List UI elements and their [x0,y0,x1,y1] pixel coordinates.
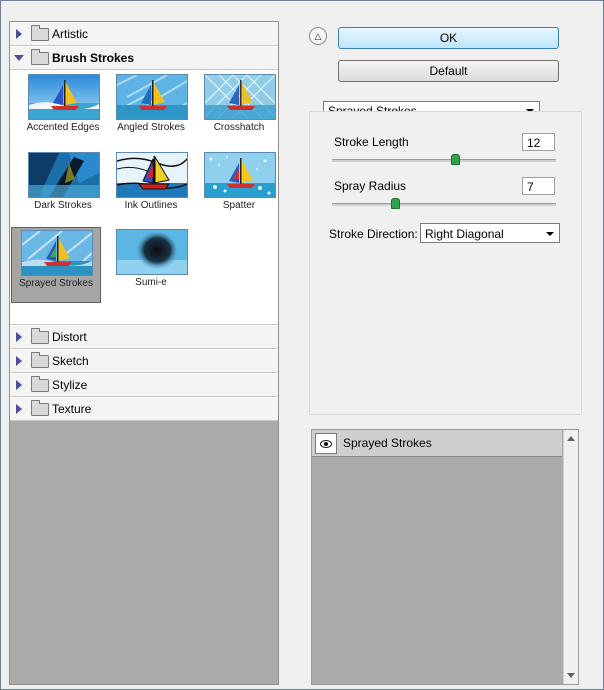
thumbnail-image [204,152,276,198]
thumbnail-image [116,229,188,275]
category-sketch[interactable]: Sketch [10,349,278,373]
thumb-accented-edges[interactable]: Accented Edges [19,72,107,146]
thumb-sprayed-strokes[interactable]: Sprayed Strokes [11,227,101,303]
effect-layer-name: Sprayed Strokes [343,436,432,450]
thumbnail-label: Angled Strokes [117,122,185,133]
category-label: Texture [52,402,92,416]
category-distort[interactable]: Distort [10,325,278,349]
category-label: Brush Strokes [52,51,135,65]
folder-icon [31,328,49,344]
thumbnail-label: Ink Outlines [124,200,178,211]
category-stylize[interactable]: Stylize [10,373,278,397]
category-brush-strokes[interactable]: Brush Strokes [10,46,278,70]
filter-browser: Artistic Brush Strokes Accented Edges An… [9,21,279,685]
category-artistic[interactable]: Artistic [10,22,278,46]
thumbnail-label: Dark Strokes [34,200,92,211]
expand-triangle-icon[interactable] [16,332,22,342]
stroke-direction-label: Stroke Direction: [329,227,418,241]
effect-layers-panel: Sprayed Strokes [311,429,579,685]
scroll-down-icon[interactable] [567,673,575,678]
thumb-angled-strokes[interactable]: Angled Strokes [107,72,195,146]
folder-icon [31,400,49,416]
thumbnail-image [28,74,100,120]
thumbnail-label: Accented Edges [26,122,100,133]
spray-radius-slider-handle[interactable] [391,198,400,209]
folder-open-icon [31,49,49,65]
thumbnail-label: Spatter [222,200,256,211]
ok-button[interactable]: OK [338,27,559,49]
category-label: Sketch [52,354,89,368]
thumbnail-image [28,152,100,198]
brush-strokes-thumbnails: Accented Edges Angled Strokes Crosshatch… [10,70,278,325]
folder-icon [31,352,49,368]
category-label: Stylize [52,378,88,392]
filter-tree: Artistic Brush Strokes Accented Edges An… [10,22,278,421]
stroke-direction-value: Right Diagonal [425,227,504,241]
thumb-spatter[interactable]: Spatter [195,150,278,224]
thumbnail-image [116,74,188,120]
filter-gallery-window: Artistic Brush Strokes Accented Edges An… [0,0,604,690]
category-label: Artistic [52,27,88,41]
thumb-crosshatch[interactable]: Crosshatch [195,72,278,146]
layer-visibility-toggle[interactable] [315,433,337,454]
thumbnail-image [116,152,188,198]
thumbnail-image [204,74,276,120]
stroke-direction-select[interactable]: Right Diagonal [420,223,560,243]
expand-triangle-icon[interactable] [16,404,22,414]
thumb-dark-strokes[interactable]: Dark Strokes [19,150,107,224]
collapse-gallery-icon[interactable]: △ [309,27,327,45]
category-texture[interactable]: Texture [10,397,278,421]
effect-layer-row[interactable]: Sprayed Strokes [312,430,562,457]
chevron-down-icon [546,232,554,236]
expand-triangle-icon[interactable] [16,380,22,390]
layers-scrollbar[interactable] [563,430,578,684]
eye-icon [320,440,332,448]
folder-icon [31,376,49,392]
spray-radius-slider[interactable] [332,198,556,209]
filter-settings-panel: Stroke Length 12 Spray Radius 7 Stroke D… [309,111,582,415]
scroll-up-icon[interactable] [567,436,575,441]
category-label: Distort [52,330,87,344]
thumbnail-label: Sprayed Strokes [19,278,93,289]
stroke-length-slider[interactable] [332,154,556,165]
thumbnail-label: Sumi-e [135,277,167,288]
thumbnail-image [21,230,93,276]
thumb-sumi-e[interactable]: Sumi-e [107,227,195,301]
stroke-length-input[interactable]: 12 [522,133,555,151]
collapse-triangle-icon[interactable] [14,55,24,61]
thumb-ink-outlines[interactable]: Ink Outlines [107,150,195,224]
folder-icon [31,25,49,41]
default-button[interactable]: Default [338,60,559,82]
spray-radius-input[interactable]: 7 [522,177,555,195]
spray-radius-label: Spray Radius [334,179,407,193]
thumbnail-label: Crosshatch [213,122,265,133]
expand-triangle-icon[interactable] [16,29,22,39]
expand-triangle-icon[interactable] [16,356,22,366]
stroke-length-slider-handle[interactable] [451,154,460,165]
stroke-length-label: Stroke Length [334,135,409,149]
